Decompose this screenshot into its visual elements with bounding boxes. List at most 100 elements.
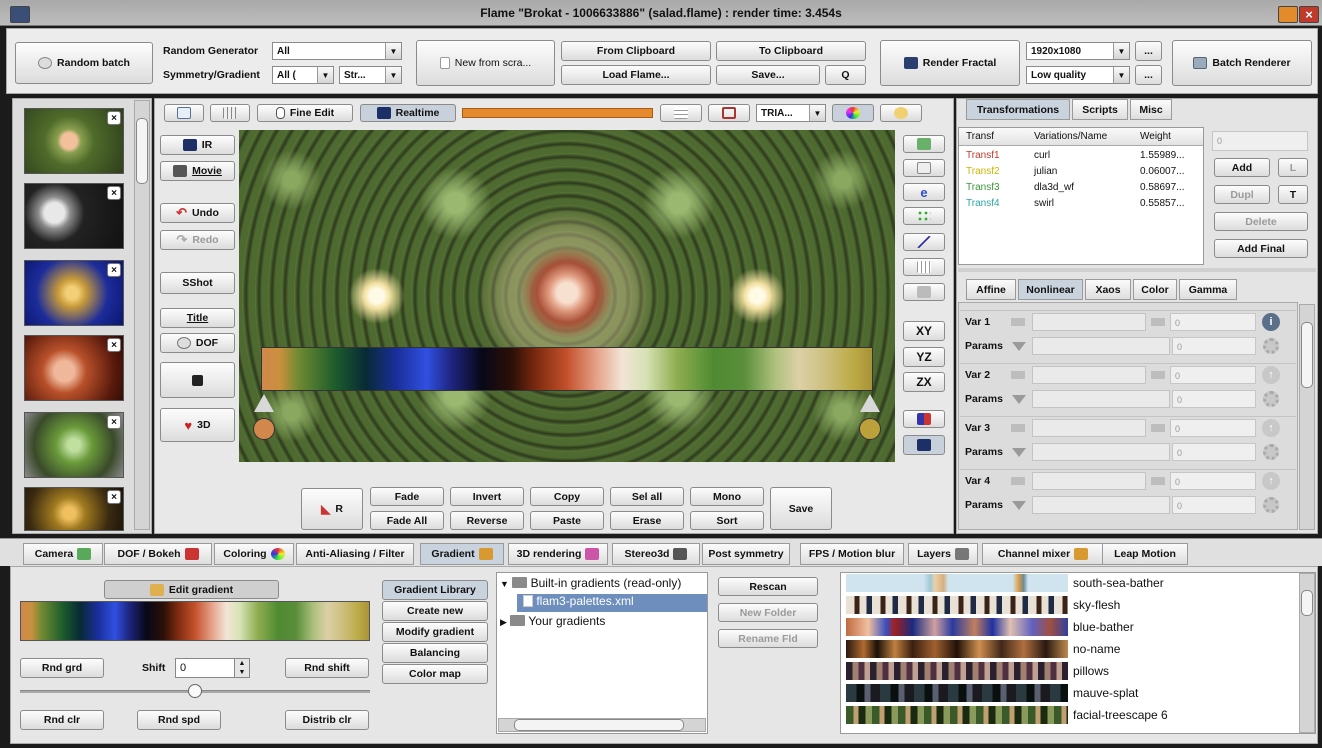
params-value-input[interactable]: 0 [1172, 496, 1256, 514]
resolution-more-button[interactable]: ... [1135, 41, 1162, 61]
gradient-side-color-map[interactable]: Color map [382, 664, 488, 684]
params-value-input[interactable]: 0 [1172, 443, 1256, 461]
dof-button[interactable]: DOF [160, 333, 235, 353]
tab-anti-aliasing-filter[interactable]: Anti-Aliasing / Filter [296, 543, 414, 565]
transform-row[interactable]: Transf2 julian 0.06007... [960, 164, 1204, 180]
tool-button-2[interactable] [903, 159, 945, 177]
sort-button[interactable]: Sort [690, 511, 764, 530]
3d-button[interactable]: ♥ 3D [160, 408, 235, 442]
gear-icon[interactable] [1263, 444, 1279, 460]
gradient-r-button[interactable]: ◣ R [301, 488, 363, 530]
flame-thumbnail[interactable]: × [24, 487, 124, 531]
flame-thumbnail[interactable]: × [24, 108, 124, 174]
gradient-editor-bar[interactable] [261, 347, 873, 391]
new-folder-button[interactable]: New Folder [718, 603, 818, 622]
chevron-down-icon[interactable] [1012, 395, 1026, 404]
color-mode-button[interactable] [832, 104, 874, 122]
close-icon[interactable]: × [107, 338, 121, 352]
movie-button[interactable]: Movie [160, 161, 235, 181]
palette-swatch[interactable] [846, 706, 1068, 724]
fade-button[interactable]: Fade [370, 487, 444, 506]
tool-button-5[interactable] [903, 233, 945, 251]
title-button[interactable]: Title [160, 308, 235, 328]
splitter[interactable] [958, 268, 1316, 272]
t-button[interactable]: T [1278, 185, 1308, 204]
duplicate-button[interactable]: Dupl [1214, 185, 1270, 204]
close-icon[interactable]: × [107, 415, 121, 429]
mono-button[interactable]: Mono [690, 487, 764, 506]
palette-swatch[interactable] [846, 684, 1068, 702]
scrollbar-thumb[interactable] [1301, 590, 1313, 616]
transform-index-spinner[interactable]: 0 [1212, 131, 1308, 151]
tab-channel-mixer[interactable]: Channel mixer [982, 543, 1104, 565]
gear-icon[interactable] [1263, 338, 1279, 354]
random-speed-button[interactable]: Rnd spd [137, 710, 221, 730]
save-flame-button[interactable]: Save... [716, 65, 820, 85]
ir-button[interactable]: IR [160, 135, 235, 155]
up-arrow-icon[interactable]: ↑ [1262, 366, 1280, 384]
tool-button-1[interactable] [903, 135, 945, 153]
tab-nonlinear[interactable]: Nonlinear [1018, 279, 1083, 300]
quality-select[interactable]: Low quality ▼ [1026, 66, 1130, 84]
screenshot-button[interactable]: SShot [160, 272, 235, 294]
add-linked-button[interactable]: L [1278, 158, 1308, 177]
chevron-down-icon[interactable] [1012, 448, 1026, 457]
palette-name[interactable]: facial-treescape 6 [1073, 708, 1168, 722]
tab-misc[interactable]: Misc [1130, 99, 1172, 120]
render-fractal-button[interactable]: Render Fractal [880, 40, 1020, 86]
gear-icon[interactable] [1263, 497, 1279, 513]
close-icon[interactable]: × [107, 186, 121, 200]
gear-icon[interactable] [1263, 391, 1279, 407]
toggle-icon[interactable] [1011, 477, 1025, 485]
tab-post-symmetry[interactable]: Post symmetry [702, 543, 790, 565]
quicksave-button[interactable]: Q [825, 65, 866, 85]
tab-stereo3d[interactable]: Stereo3d [612, 543, 700, 565]
expand-arrow-icon[interactable]: ▼ [500, 579, 509, 589]
palette-name[interactable]: pillows [1073, 664, 1109, 678]
params-value-input[interactable]: 0 [1172, 337, 1256, 355]
flame-thumbnail[interactable]: × [24, 183, 124, 249]
palette-swatch[interactable] [846, 662, 1068, 680]
distribute-color-button[interactable]: Distrib clr [285, 710, 369, 730]
tree-node-palettes[interactable]: flam3-palettes.xml [517, 594, 707, 612]
transform-row[interactable]: Transf4 swirl 0.55857... [960, 196, 1204, 212]
transform-row[interactable]: Transf1 curl 1.55989... [960, 148, 1204, 164]
add-transform-button[interactable]: Add [1214, 158, 1270, 177]
palette-name[interactable]: south-sea-bather [1073, 576, 1164, 590]
erase-button[interactable]: Erase [610, 511, 684, 530]
realtime-button[interactable]: Realtime [360, 104, 456, 122]
to-clipboard-button[interactable]: To Clipboard [716, 41, 866, 61]
shift-slider-thumb[interactable] [188, 684, 202, 698]
xy-button[interactable]: XY [903, 321, 945, 341]
palette-name[interactable]: sky-flesh [1073, 598, 1120, 612]
preview-toggle-button[interactable] [164, 104, 204, 122]
tool-button-3[interactable]: e [903, 183, 945, 201]
palette-swatch[interactable] [846, 640, 1068, 658]
variation-amount-input[interactable]: 0 [1170, 472, 1256, 490]
params-value-input[interactable]: 0 [1172, 390, 1256, 408]
gradient-side-gradient-library[interactable]: Gradient Library [382, 580, 488, 600]
params-select[interactable] [1032, 496, 1170, 514]
layout-button[interactable] [660, 104, 702, 122]
from-clipboard-button[interactable]: From Clipboard [561, 41, 711, 61]
tab-coloring[interactable]: Coloring [214, 543, 294, 565]
gradient-left-color-handle[interactable] [253, 418, 275, 440]
minimize-button[interactable] [1278, 6, 1298, 23]
save-gradient-button[interactable]: Save [770, 487, 832, 530]
close-icon[interactable]: × [107, 263, 121, 277]
crop-button[interactable] [708, 104, 750, 122]
load-flame-button[interactable]: Load Flame... [561, 65, 711, 85]
gradient-right-marker[interactable] [860, 394, 880, 412]
gradient-side-create-new[interactable]: Create new [382, 601, 488, 621]
palette-name[interactable]: mauve-splat [1073, 686, 1138, 700]
variation-select[interactable] [1032, 472, 1146, 490]
flame-thumbnail[interactable]: × [24, 335, 124, 401]
flame-thumbnail[interactable]: × [24, 260, 124, 326]
scrollbar-thumb[interactable] [136, 118, 148, 184]
palette-swatch[interactable] [846, 596, 1068, 614]
yz-button[interactable]: YZ [903, 347, 945, 367]
palette-swatch[interactable] [846, 618, 1068, 636]
up-arrow-icon[interactable]: ↑ [1262, 419, 1280, 437]
tool-button-7[interactable] [903, 283, 945, 301]
tab-xaos[interactable]: Xaos [1085, 279, 1131, 300]
